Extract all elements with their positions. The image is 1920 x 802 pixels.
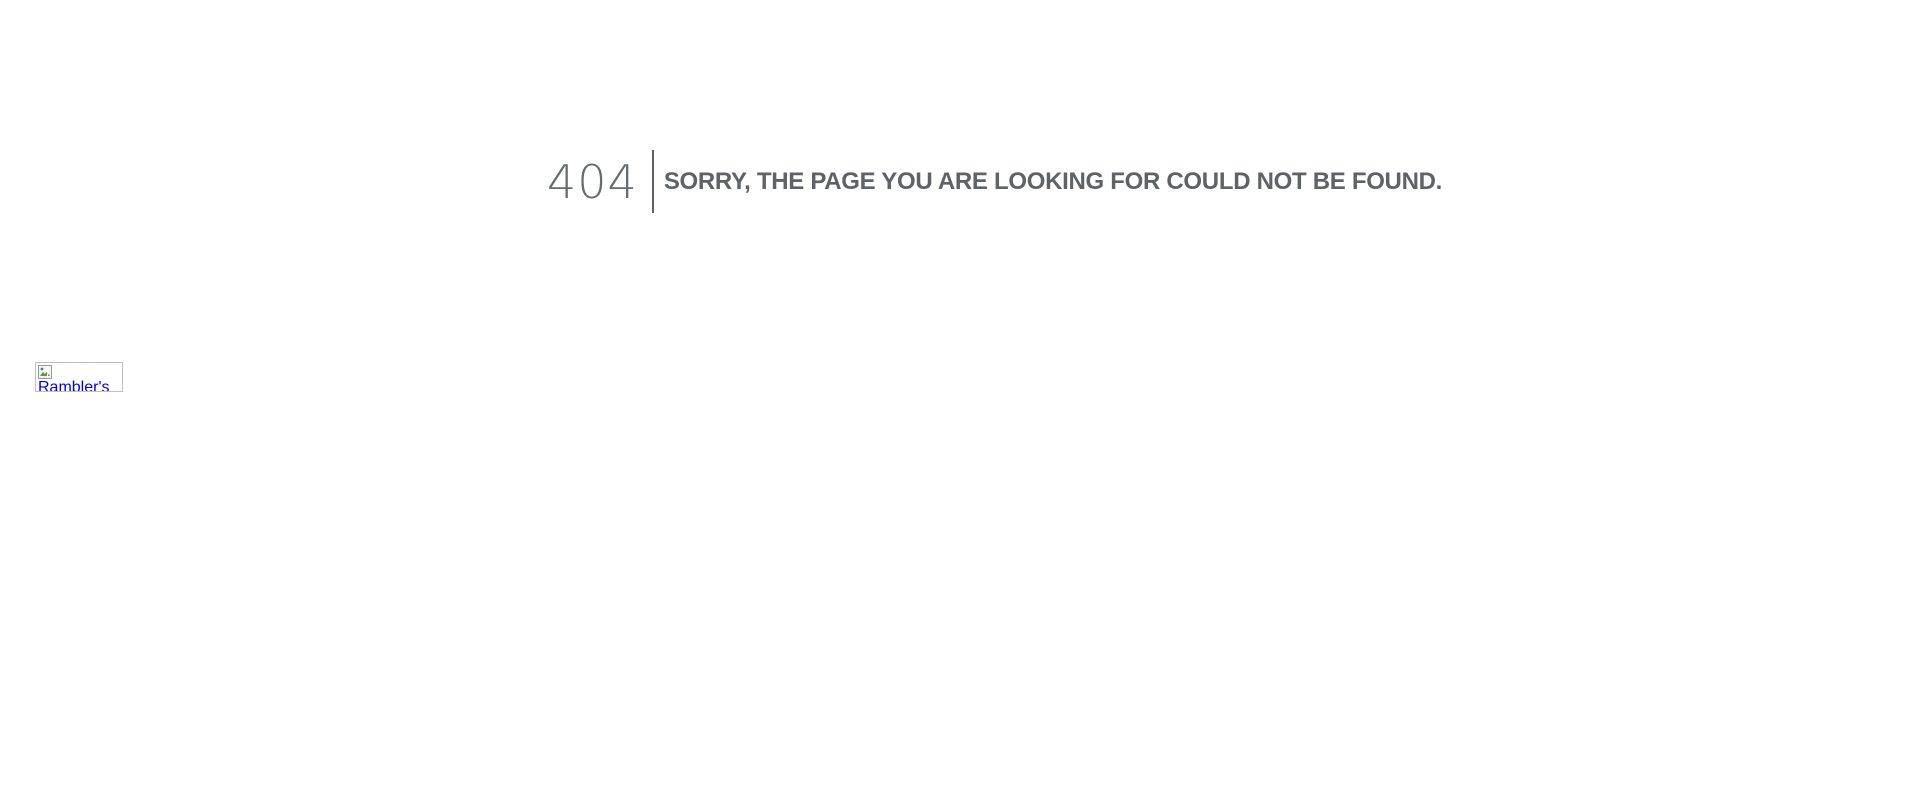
ramblers-counter-link[interactable]: Rambler's xyxy=(35,362,123,392)
badge-alt-text: Rambler's xyxy=(38,379,110,392)
error-message: SORRY, THE PAGE YOU ARE LOOKING FOR COUL… xyxy=(663,167,1443,195)
error-page: 404 SORRY, THE PAGE YOU ARE LOOKING FOR … xyxy=(0,0,1920,802)
error-block: 404 SORRY, THE PAGE YOU ARE LOOKING FOR … xyxy=(547,150,1442,213)
broken-image-icon xyxy=(38,365,52,379)
error-code: 404 xyxy=(547,154,638,209)
